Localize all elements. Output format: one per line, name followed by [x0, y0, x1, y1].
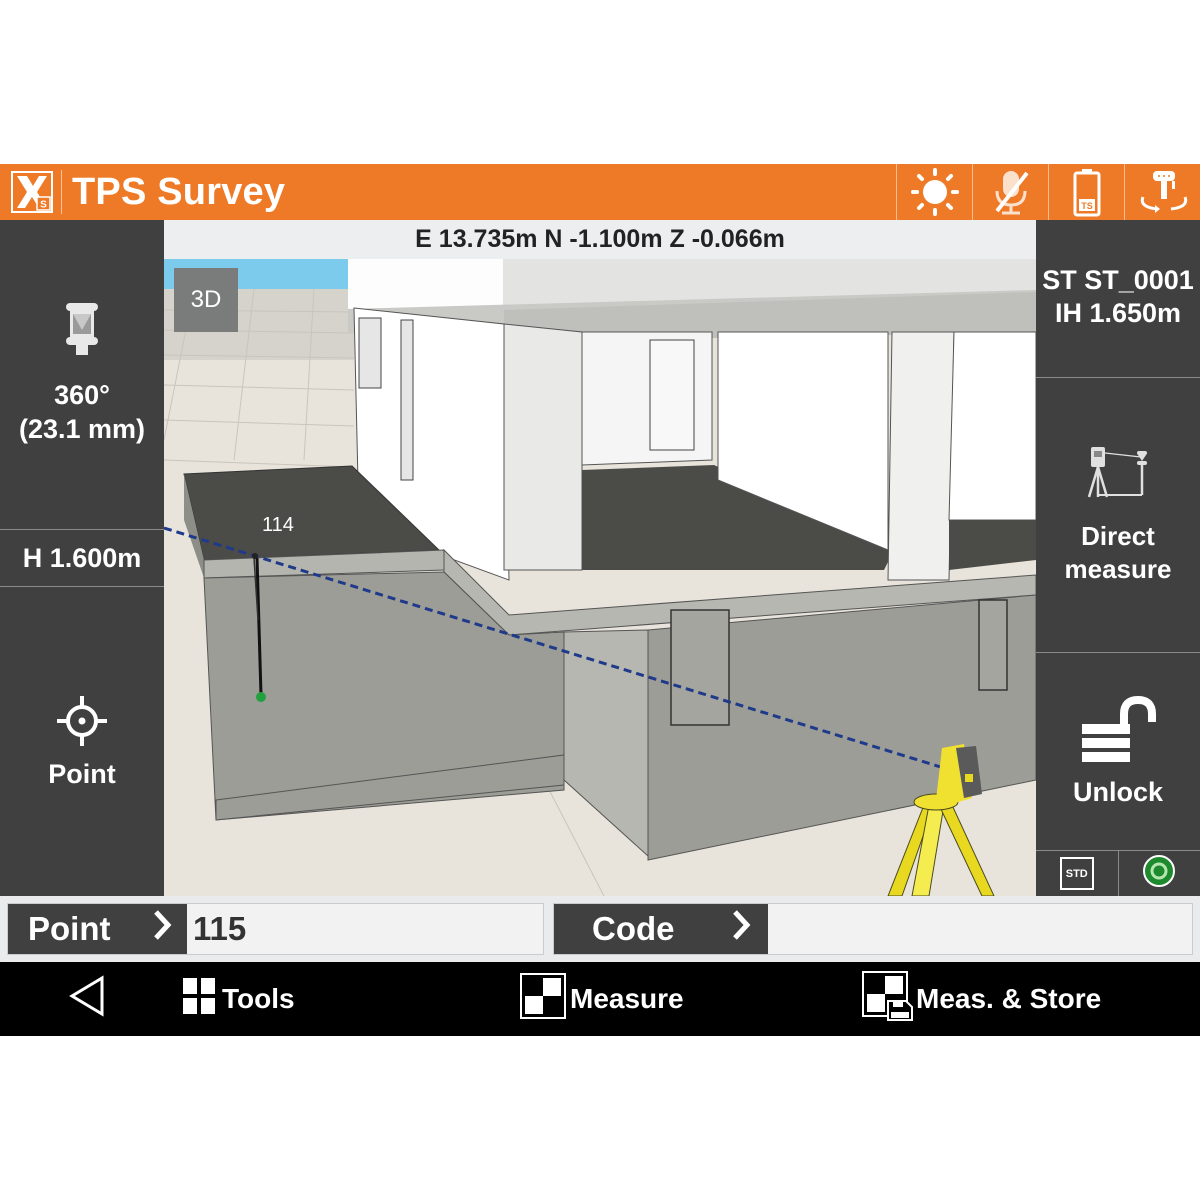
door-frame — [400, 319, 414, 481]
instrument-height: IH 1.650m — [1054, 298, 1182, 328]
back-button[interactable] — [68, 962, 106, 1036]
point-name-selector[interactable]: Point — [8, 904, 187, 954]
column — [503, 323, 583, 571]
xpad-logo-icon[interactable]: S — [9, 169, 55, 215]
prism-constant: (23.1 mm) — [18, 414, 146, 444]
station-info-button[interactable]: ST ST_0001 IH 1.650m — [1036, 220, 1200, 377]
measure-mode-std-button[interactable]: STD — [1036, 851, 1118, 896]
code-field-label: Code — [592, 910, 675, 947]
prism-settings-button[interactable]: 360° (23.1 mm) — [0, 220, 164, 529]
point-button-label: Point — [48, 758, 116, 789]
tools-label: Tools — [222, 983, 295, 1014]
back-triangle-icon — [68, 974, 106, 1024]
svg-text:TS: TS — [1081, 201, 1093, 211]
crosshair-icon — [55, 694, 109, 753]
measure-label: Measure — [570, 983, 684, 1014]
target-height-button[interactable]: H 1.600m — [0, 530, 164, 586]
instrument-rotate-icon[interactable] — [1124, 164, 1200, 220]
battery-ts-icon[interactable]: TS — [1048, 164, 1124, 220]
basement-window — [670, 609, 730, 726]
point-name-input[interactable]: 115 — [187, 904, 543, 954]
measure-icon — [520, 972, 566, 1026]
chevron-right-icon — [732, 909, 752, 949]
view-mode-3d-button[interactable]: 3D — [174, 268, 238, 332]
doorway — [649, 339, 695, 451]
tracking-status-icon — [1142, 854, 1176, 893]
tracking-status-button[interactable] — [1117, 851, 1200, 896]
total-station-prism-icon — [1083, 445, 1153, 510]
station-name: ST ST_0001 — [1042, 265, 1194, 295]
point-button[interactable]: Point — [0, 587, 164, 896]
app-title: TPS Survey — [72, 170, 286, 213]
tps-survey-app: S TPS Survey TS 360° (23.1 mm) H 1.600m … — [0, 164, 1200, 1036]
input-row: Point 115 Code — [0, 896, 1200, 962]
point-field-label: Point — [28, 910, 111, 947]
3d-viewport[interactable]: E 13.735m N -1.100m Z -0.066m 3D 114 — [164, 220, 1036, 896]
mic-off-icon[interactable] — [972, 164, 1048, 220]
status-icons: TS — [896, 164, 1200, 220]
upper-floor-face — [348, 259, 503, 309]
prism-360-icon — [62, 303, 102, 368]
status-row: STD — [1036, 851, 1200, 896]
chevron-right-icon — [153, 909, 173, 949]
unlock-icon — [1080, 695, 1156, 769]
right-panel: ST ST_0001 IH 1.650m Direct measure Unlo… — [1036, 220, 1200, 896]
unlock-button[interactable]: Unlock — [1036, 653, 1200, 850]
coordinate-readout: E 13.735m N -1.100m Z -0.066m — [164, 220, 1036, 259]
left-panel: 360° (23.1 mm) H 1.600m Point — [0, 220, 164, 896]
point-field: Point 115 — [7, 903, 544, 955]
code-field: Code — [553, 903, 1193, 955]
title-separator — [61, 170, 62, 214]
svg-text:S: S — [40, 200, 47, 211]
brightness-icon[interactable] — [896, 164, 972, 220]
column-right — [887, 331, 955, 581]
direct-measure-label-2: measure — [1064, 553, 1172, 584]
code-input[interactable] — [768, 904, 1192, 954]
std-label: STD — [1059, 857, 1094, 890]
direct-measure-button[interactable]: Direct measure — [1036, 378, 1200, 652]
grid-icon — [182, 977, 216, 1022]
prism-type: 360° — [54, 380, 110, 410]
measure-and-store-button[interactable]: Meas. & Store — [862, 962, 1101, 1036]
bottom-action-bar: Tools Measure Meas. & Store — [0, 962, 1200, 1036]
right-floor — [949, 520, 1036, 570]
window — [358, 317, 382, 389]
measure-button[interactable]: Measure — [520, 962, 684, 1036]
prism-head — [252, 553, 258, 559]
unlock-label: Unlock — [1072, 776, 1164, 807]
basement-window — [978, 599, 1008, 691]
code-selector[interactable]: Code — [554, 904, 768, 954]
point-marker — [256, 692, 266, 702]
measure-store-label: Meas. & Store — [916, 983, 1102, 1014]
measure-store-icon — [862, 970, 914, 1028]
direct-measure-label-1: Direct — [1081, 520, 1155, 551]
tools-button[interactable]: Tools — [182, 962, 295, 1036]
point-label-114: 114 — [262, 514, 294, 536]
right-wall — [948, 331, 1036, 521]
title-bar: S TPS Survey TS — [0, 164, 1200, 220]
3d-scene — [164, 259, 1036, 896]
